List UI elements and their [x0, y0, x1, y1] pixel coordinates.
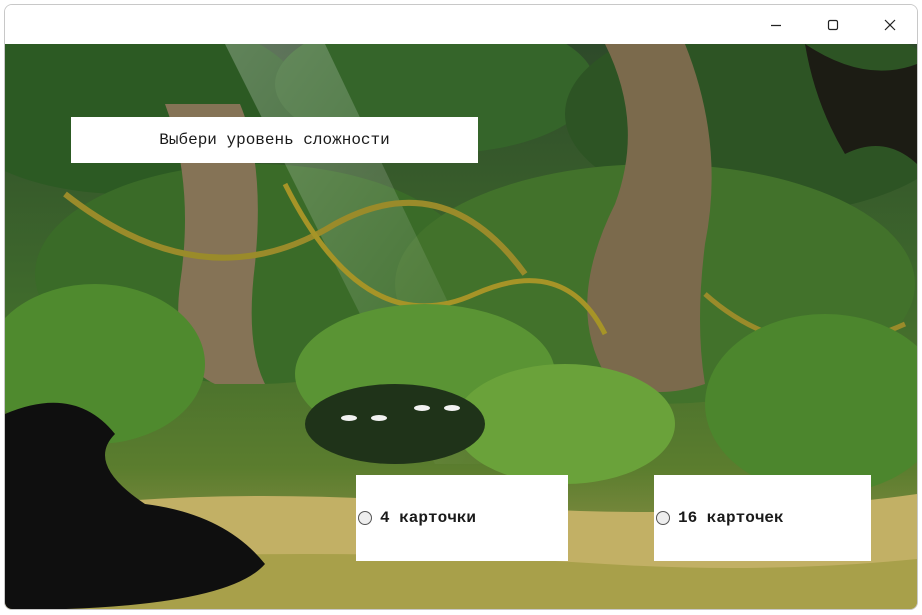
app-window: Выбери уровень сложности 4 карточки 16 к… [4, 4, 918, 610]
option-4-cards[interactable]: 4 карточки [356, 475, 568, 561]
minimize-button[interactable] [753, 5, 799, 44]
option-label: 4 карточки [380, 509, 477, 527]
game-canvas: Выбери уровень сложности 4 карточки 16 к… [5, 44, 917, 609]
close-button[interactable] [867, 5, 913, 44]
radio-button[interactable] [656, 511, 670, 525]
title-bar [5, 5, 917, 44]
maximize-icon [827, 19, 839, 30]
option-16-cards[interactable]: 16 карточек [654, 475, 871, 561]
minimize-icon [771, 24, 781, 26]
option-label: 16 карточек [678, 509, 784, 527]
heading-panel: Выбери уровень сложности [71, 117, 478, 163]
maximize-button[interactable] [810, 5, 856, 44]
close-icon [884, 19, 896, 30]
radio-button[interactable] [358, 511, 372, 525]
heading-text: Выбери уровень сложности [159, 131, 390, 149]
